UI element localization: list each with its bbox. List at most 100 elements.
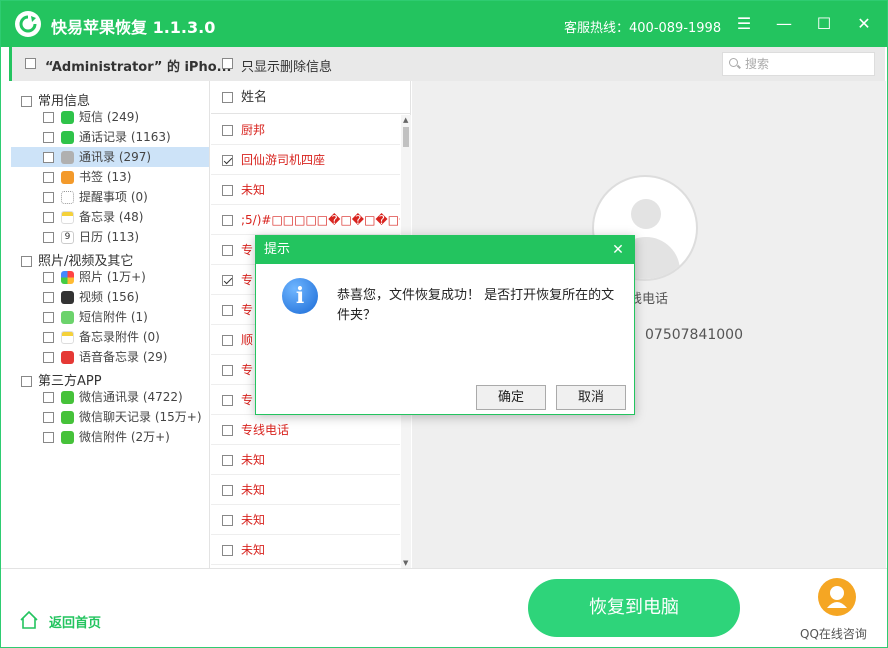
row-name: 专 xyxy=(241,363,254,377)
close-icon[interactable]: ✕ xyxy=(610,236,626,264)
group-checkbox[interactable] xyxy=(21,256,32,267)
title-bar: 快易苹果恢复 1.1.3.0 客服热线：400-089-1998 ☰ — ☐ ✕ xyxy=(1,1,887,47)
row-checkbox[interactable] xyxy=(222,545,233,556)
item-label: 备忘录附件 (0) xyxy=(79,330,160,344)
row-checkbox[interactable] xyxy=(222,125,233,136)
item-label: 短信附件 (1) xyxy=(79,310,148,324)
item-checkbox[interactable] xyxy=(43,192,54,203)
row-name: 专 xyxy=(241,273,254,287)
row-checkbox[interactable] xyxy=(222,305,233,316)
row-checkbox[interactable] xyxy=(222,485,233,496)
tree-item-videos[interactable]: 视频 (156) xyxy=(11,287,209,307)
qq-support-icon[interactable] xyxy=(818,578,856,616)
minimize-icon[interactable]: — xyxy=(773,13,795,35)
tree-item-contacts[interactable]: 通讯录 (297) xyxy=(11,147,209,167)
voice-memo-icon xyxy=(61,351,74,364)
tree-item-wechat-attachments[interactable]: 微信附件 (2万+) xyxy=(11,427,209,447)
row-name: ;5/)#□□□□□�□�□�□�□� xyxy=(241,213,400,227)
item-checkbox[interactable] xyxy=(43,132,54,143)
qq-support-label[interactable]: QQ在线咨询 xyxy=(800,625,867,642)
info-icon: i xyxy=(282,278,318,314)
row-checkbox[interactable] xyxy=(222,425,233,436)
item-checkbox[interactable] xyxy=(43,212,54,223)
avatar-head xyxy=(631,199,661,229)
home-link[interactable]: 返回首页 xyxy=(49,612,101,631)
app-window: 快易苹果恢复 1.1.3.0 客服热线：400-089-1998 ☰ — ☐ ✕… xyxy=(0,0,888,648)
wechat-icon xyxy=(61,391,74,404)
tree-item-photos[interactable]: 照片 (1万+) xyxy=(11,267,209,287)
maximize-icon[interactable]: ☐ xyxy=(813,13,835,35)
wechat-icon xyxy=(61,431,74,444)
row-checkbox[interactable] xyxy=(222,185,233,196)
device-checkbox[interactable] xyxy=(25,58,36,69)
tree-item-sms-attachments[interactable]: 短信附件 (1) xyxy=(11,307,209,327)
item-label: 备忘录 (48) xyxy=(79,210,144,224)
row-checkbox[interactable] xyxy=(222,365,233,376)
tree-item-voice-memos[interactable]: 语音备忘录 (29) xyxy=(11,347,209,367)
group-checkbox[interactable] xyxy=(21,96,32,107)
row-checkbox[interactable] xyxy=(222,275,233,286)
item-checkbox[interactable] xyxy=(43,312,54,323)
group-checkbox[interactable] xyxy=(21,376,32,387)
row-checkbox[interactable] xyxy=(222,455,233,466)
item-checkbox[interactable] xyxy=(43,292,54,303)
hotline-text: 客服热线：400-089-1998 xyxy=(564,21,722,36)
tree-item-bookmarks[interactable]: 书签 (13) xyxy=(11,167,209,187)
row-checkbox[interactable] xyxy=(222,245,233,256)
item-label: 提醒事项 (0) xyxy=(79,190,148,204)
list-row[interactable]: 未知 xyxy=(211,475,400,505)
show-deleted-checkbox[interactable] xyxy=(222,58,233,69)
list-row[interactable]: 未知 xyxy=(211,505,400,535)
row-checkbox[interactable] xyxy=(222,215,233,226)
ok-button[interactable]: 确定 xyxy=(476,385,546,410)
list-row[interactable]: 未知 xyxy=(211,535,400,565)
item-checkbox[interactable] xyxy=(43,432,54,443)
list-row[interactable]: ;5/)#□□□□□�□�□�□�□� xyxy=(211,205,400,235)
tree-item-calls[interactable]: 通话记录 (1163) xyxy=(11,127,209,147)
item-label: 语音备忘录 (29) xyxy=(79,350,168,364)
row-checkbox[interactable] xyxy=(222,155,233,166)
list-row[interactable]: 专线电话 xyxy=(211,415,400,445)
search-input[interactable]: 搜索 xyxy=(722,52,875,76)
item-checkbox[interactable] xyxy=(43,412,54,423)
list-row[interactable]: 未知 xyxy=(211,445,400,475)
list-row[interactable]: 厨邦 xyxy=(211,115,400,145)
menu-icon[interactable]: ☰ xyxy=(733,13,755,35)
close-icon[interactable]: ✕ xyxy=(853,13,875,35)
item-checkbox[interactable] xyxy=(43,272,54,283)
item-checkbox[interactable] xyxy=(43,392,54,403)
scroll-down-icon[interactable]: ▼ xyxy=(403,559,408,567)
select-all-checkbox[interactable] xyxy=(222,92,233,103)
row-name: 回仙游司机四座 xyxy=(241,153,326,167)
tree-item-wechat-chats[interactable]: 微信聊天记录 (15万+) xyxy=(11,407,209,427)
tree-item-calendar[interactable]: 9 日历 (113) xyxy=(11,227,209,247)
row-checkbox[interactable] xyxy=(222,515,233,526)
tree-item-wechat-contacts[interactable]: 微信通讯录 (4722) xyxy=(11,387,209,407)
list-row[interactable]: 未知 xyxy=(211,175,400,205)
show-deleted-label[interactable]: 只显示删除信息 xyxy=(241,56,332,75)
item-checkbox[interactable] xyxy=(43,152,54,163)
reminder-icon xyxy=(61,191,74,204)
item-checkbox[interactable] xyxy=(43,172,54,183)
search-icon xyxy=(729,58,738,67)
tree-item-sms[interactable]: 短信 (249) xyxy=(11,107,209,127)
row-name: 未知 xyxy=(241,513,266,527)
home-icon[interactable] xyxy=(19,610,39,630)
cancel-button[interactable]: 取消 xyxy=(556,385,626,410)
tree-item-notes-attachments[interactable]: 备忘录附件 (0) xyxy=(11,327,209,347)
list-row[interactable]: 回仙游司机四座 xyxy=(211,145,400,175)
item-checkbox[interactable] xyxy=(43,232,54,243)
scroll-up-icon[interactable]: ▲ xyxy=(403,116,408,124)
scrollbar-thumb[interactable] xyxy=(403,127,409,147)
row-checkbox[interactable] xyxy=(222,335,233,346)
item-checkbox[interactable] xyxy=(43,112,54,123)
row-checkbox[interactable] xyxy=(222,395,233,406)
tree-item-reminders[interactable]: 提醒事项 (0) xyxy=(11,187,209,207)
notes-icon xyxy=(61,211,74,224)
tree-item-notes[interactable]: 备忘录 (48) xyxy=(11,207,209,227)
dialog-message: 恭喜您，文件恢复成功！ 是否打开恢复所在的文件夹？ xyxy=(337,288,615,323)
item-checkbox[interactable] xyxy=(43,352,54,363)
recover-to-pc-button[interactable]: 恢复到电脑 xyxy=(528,579,740,637)
category-tree: 常用信息 短信 (249) 通话记录 (1163) 通讯录 (297) 书签 (… xyxy=(9,81,210,568)
item-checkbox[interactable] xyxy=(43,332,54,343)
